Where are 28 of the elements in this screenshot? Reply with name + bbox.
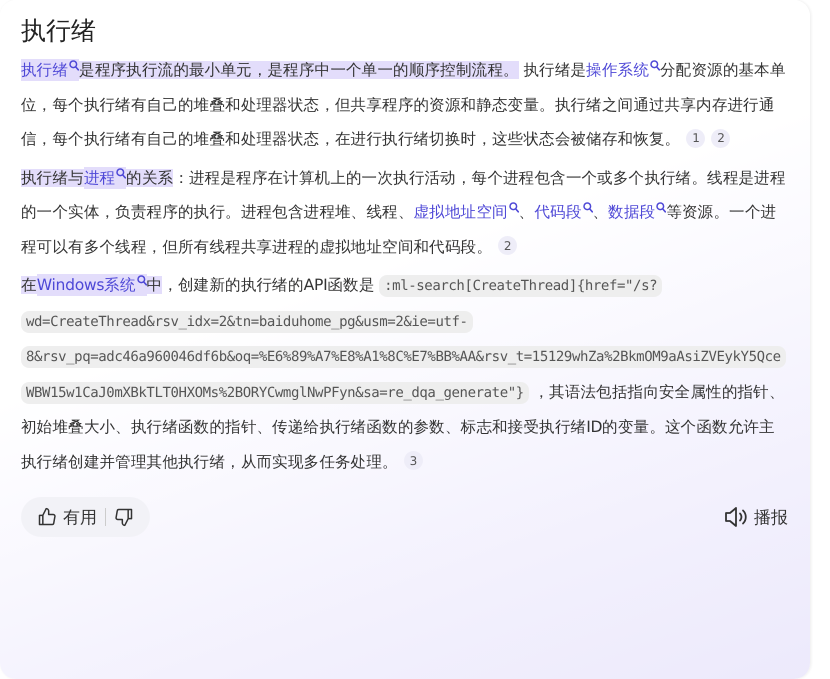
heading: 执行绪	[21, 15, 96, 47]
search-icon	[582, 202, 593, 213]
speaker-icon	[724, 506, 748, 528]
search-icon	[656, 202, 666, 213]
paragraph: 执行绪 是程序执行流的最小单元，是程序中一个单一的顺序控制流程。 执行绪是操作系统 分配资源的基本单位，每个执行绪有自己的堆叠和处理器状态，但共享程序的资源和静态变量。执行绪之间通过共享内存进行通信，每个执行绪有自己的堆叠和处理器状态，在进行执行绪切换时，这些状态会被储存和恢复。 1 2	[21, 58, 787, 150]
thumbs-down-icon	[114, 507, 134, 527]
citation-badge[interactable]: 3	[404, 451, 423, 470]
search-link[interactable]: 虚拟地址空间	[414, 201, 519, 223]
search-icon	[650, 60, 660, 71]
search-icon	[116, 168, 126, 178]
search-link[interactable]: 操作系统	[586, 59, 660, 81]
search-link[interactable]: Windows系统	[36, 274, 147, 296]
search-link[interactable]: 进程	[84, 166, 126, 188]
citation-badge[interactable]: 2	[711, 128, 730, 148]
search-link[interactable]: 代码段	[534, 201, 593, 223]
search-link[interactable]: 数据段	[608, 201, 666, 223]
citation-badge[interactable]: 1	[686, 128, 706, 148]
dislike-button[interactable]	[114, 507, 134, 527]
search-icon	[136, 275, 147, 286]
paragraph: 执行绪与进程 的关系：进程是程序在计算机上的一次执行活动，每个进程包含一个或多个执行绪。线程是进程的一个实体，负责程序的执行。进程包含进程堆、线程、虚拟地址空间 、代码段 、数据段 等资源。一个进程可以有多个线程，但所有线程共享进程的虚拟地址空间和代码段。 2	[21, 166, 787, 258]
play-button[interactable]: 播报	[724, 506, 788, 528]
search-icon	[69, 60, 80, 71]
search-link[interactable]: 执行绪	[21, 59, 80, 81]
search-icon	[508, 202, 519, 213]
citation-badge[interactable]: 2	[498, 236, 518, 255]
useful-button[interactable]: 有用	[37, 506, 97, 528]
paragraph: 在Windows系统 中，创建新的执行绪的API函数是 :ml-search[CreateThread]{href="/s?wd=CreateThread&rsv_idx=2&tn=baiduhome_pg&usm=2&ie=utf-8&rsv_pq=adc46a960046df6b&oq=%E6%89%A7%E8%A1%8C%E7%BB%AA&rsv_t=15129whZa%2BkmOM9aAsiZVEykY5QceWBW15w1CaJ0mXBkTLT0HXOMs%2BORYCwmglNwPFyn&sa=re_dqa_generate"} ，其语法包括指向安全属性的指针、初始堆叠大小、执行绪函数的指针、传递给执行绪函数的参数、标志和接受执行绪ID的变量。这个函数允许主执行绪创建并管理其他执行绪，从而实现多任务处理。 3	[21, 273, 787, 472]
thumbs-up-icon	[37, 507, 57, 527]
